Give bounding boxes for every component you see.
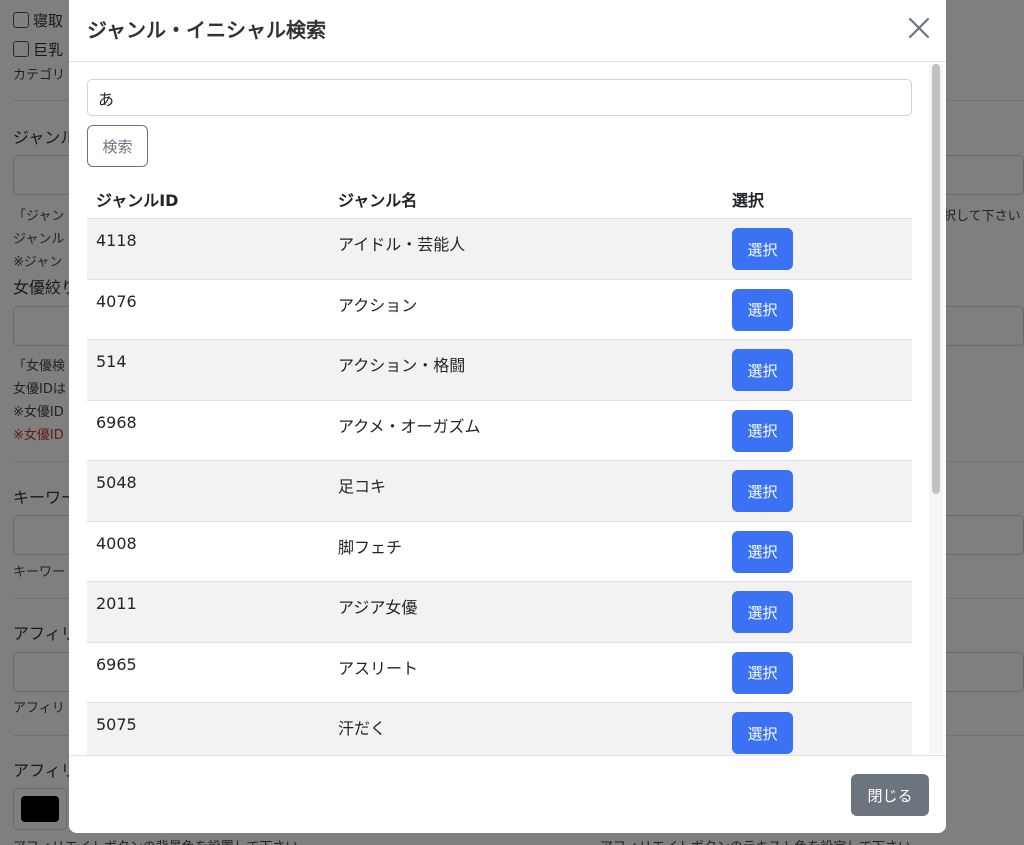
modal-body: 検索 ジャンルID ジャンル名 選択 4118 アイドル・芸能人 選択 4076… [69, 62, 946, 755]
scrollbar-thumb[interactable] [932, 64, 940, 494]
genre-name: アクメ・オーガズム [338, 416, 481, 436]
select-button[interactable]: 選択 [732, 530, 793, 573]
genre-id: 514 [96, 352, 127, 371]
table-row: 4118 アイドル・芸能人 選択 [87, 219, 912, 280]
close-button[interactable]: 閉じる [851, 774, 929, 816]
table-row: 6968 アクメ・オーガズム 選択 [87, 401, 912, 461]
genre-table: ジャンルID ジャンル名 選択 4118 アイドル・芸能人 選択 4076 アク… [87, 175, 912, 755]
genre-id: 2011 [96, 594, 137, 613]
table-header: ジャンルID ジャンル名 選択 [87, 175, 912, 219]
table-row: 2011 アジア女優 選択 [87, 582, 912, 643]
select-button[interactable]: 選択 [732, 470, 793, 512]
select-button[interactable]: 選択 [732, 349, 793, 391]
table-row: 5048 足コキ 選択 [87, 461, 912, 522]
modal-header: ジャンル・イニシャル検索 [69, 0, 946, 62]
close-icon[interactable] [905, 14, 933, 42]
genre-id: 4118 [96, 231, 137, 250]
select-button[interactable]: 選択 [732, 409, 793, 452]
genre-name: アイドル・芸能人 [338, 235, 466, 254]
genre-name: 足コキ [338, 477, 387, 496]
genre-name: 脚フェチ [338, 537, 403, 557]
select-button[interactable]: 選択 [732, 228, 793, 270]
header-genre-id: ジャンルID [96, 191, 179, 210]
table-row: 6965 アスリート 選択 [87, 643, 912, 703]
header-select: 選択 [732, 191, 765, 210]
table-row: 4076 アクション 選択 [87, 280, 912, 340]
select-button[interactable]: 選択 [732, 288, 793, 331]
genre-name: 汗だく [338, 719, 387, 738]
genre-name: アクション・格闘 [338, 356, 466, 375]
genre-id: 4008 [96, 533, 137, 553]
modal-footer: 閉じる [69, 755, 946, 833]
genre-id: 5075 [96, 715, 137, 734]
select-button[interactable]: 選択 [732, 591, 793, 633]
select-button[interactable]: 選択 [732, 712, 793, 754]
genre-name: アジア女優 [338, 598, 418, 617]
genre-id: 6968 [96, 412, 137, 432]
close-x-icon [908, 17, 930, 39]
header-genre-name: ジャンル名 [338, 191, 418, 210]
search-button[interactable]: 検索 [87, 125, 148, 167]
table-row: 5075 汗だく 選択 [87, 703, 912, 755]
table-row: 514 アクション・格闘 選択 [87, 340, 912, 401]
genre-search-modal: ジャンル・イニシャル検索 検索 ジャンルID ジャンル名 選択 4118 アイド… [69, 0, 946, 833]
genre-id: 6965 [96, 654, 137, 674]
genre-name: アスリート [338, 658, 419, 678]
genre-id: 5048 [96, 473, 137, 492]
modal-scrollbar[interactable] [929, 64, 943, 754]
search-input[interactable] [87, 79, 912, 116]
genre-id: 4076 [96, 291, 137, 311]
select-button[interactable]: 選択 [732, 651, 793, 694]
genre-name: アクション [338, 295, 418, 315]
table-row: 4008 脚フェチ 選択 [87, 522, 912, 582]
modal-title: ジャンル・イニシャル検索 [87, 18, 326, 42]
